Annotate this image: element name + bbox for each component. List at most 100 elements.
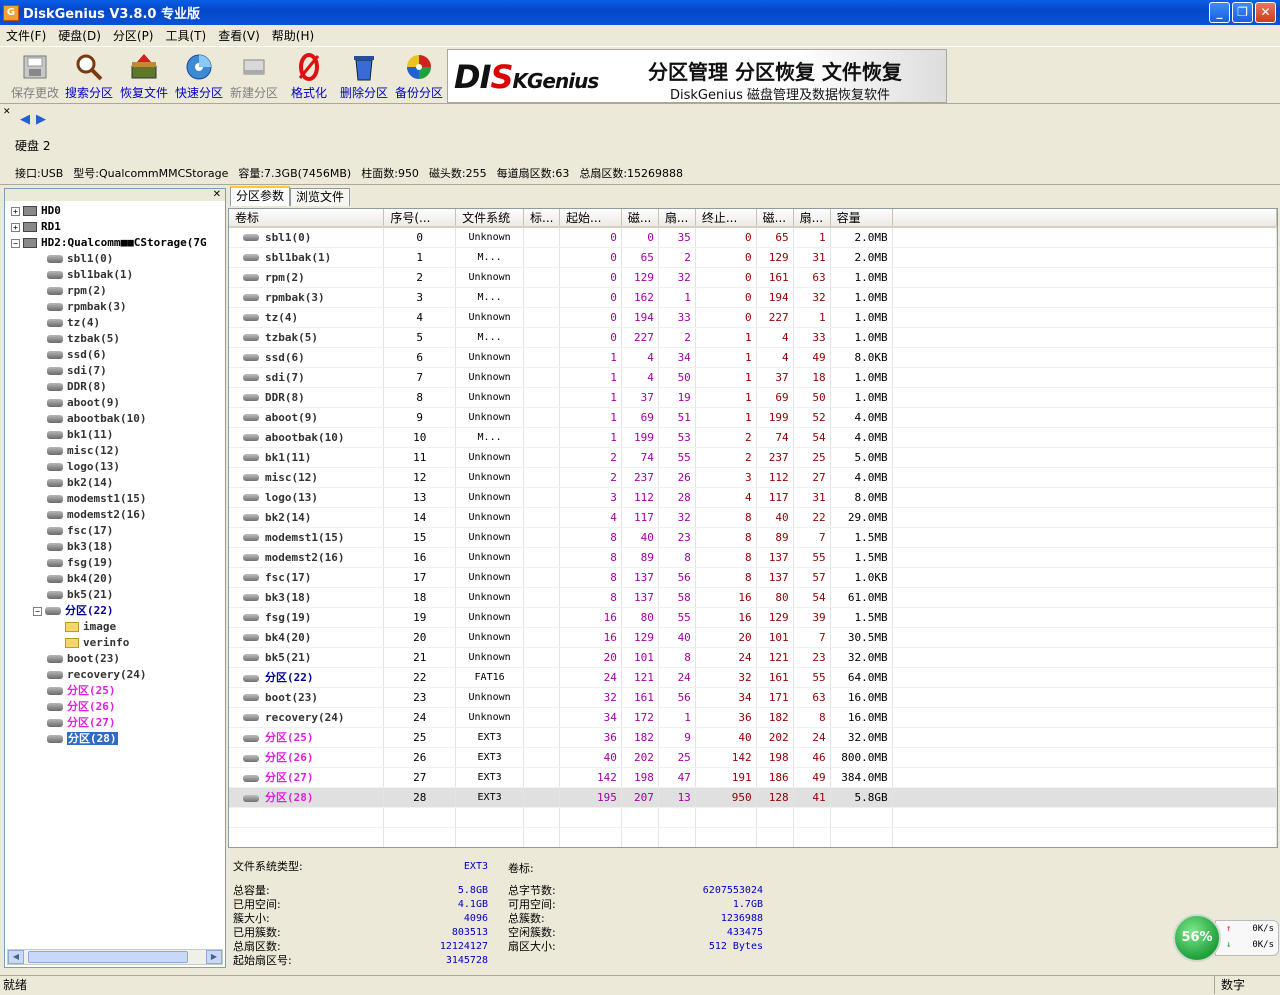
tree-item[interactable]: DDR(8) [5, 379, 225, 395]
table-row[interactable]: 分区(25) 25 EXT3 36 182 9 40 202 24 32.0MB [229, 727, 1277, 748]
scroll-right-icon[interactable]: ▶ [206, 950, 222, 964]
tree-item[interactable]: 分区(25) [5, 683, 225, 699]
tree-item[interactable]: + HD0 [5, 203, 225, 219]
tree-horizontal-scrollbar[interactable]: ◀ ▶ [7, 949, 223, 965]
menu-disk[interactable]: 硬盘(D) [52, 27, 107, 44]
tree-item[interactable]: tzbak(5) [5, 331, 225, 347]
table-row[interactable]: sdi(7) 7 Unknown 1 4 50 1 37 18 1.0MB [229, 367, 1277, 388]
tree-item[interactable]: aboot(9) [5, 395, 225, 411]
tree-item[interactable]: tz(4) [5, 315, 225, 331]
maximize-button[interactable]: ❐ [1232, 2, 1253, 23]
column-header[interactable]: 磁... [756, 209, 794, 228]
column-header[interactable]: 扇... [658, 209, 696, 228]
tree-item[interactable]: ssd(6) [5, 347, 225, 363]
new-partition-button[interactable]: 新建分区 [227, 49, 281, 103]
table-row[interactable]: tz(4) 4 Unknown 0 194 33 0 227 1 1.0MB [229, 307, 1277, 328]
tree-item[interactable]: recovery(24) [5, 667, 225, 683]
table-row[interactable]: recovery(24) 24 Unknown 34 172 1 36 182 8 16.0MB [229, 707, 1277, 728]
tree-item[interactable]: bk5(21) [5, 587, 225, 603]
table-row[interactable]: 分区(26) 26 EXT3 40 202 25 142 198 46 800.0MB [229, 747, 1277, 768]
scroll-left-icon[interactable]: ◀ [8, 950, 24, 964]
expand-icon[interactable]: + [11, 206, 20, 216]
table-row[interactable]: bk4(20) 20 Unknown 16 129 40 20 101 7 30.5MB [229, 627, 1277, 648]
tree-item[interactable]: bk4(20) [5, 571, 225, 587]
tree-item[interactable]: logo(13) [5, 459, 225, 475]
table-row[interactable]: fsc(17) 17 Unknown 8 137 56 8 137 57 1.0KB [229, 567, 1277, 588]
table-row[interactable]: bk3(18) 18 Unknown 8 137 58 16 80 54 61.0MB [229, 587, 1277, 608]
scroll-thumb[interactable] [28, 951, 188, 963]
table-row[interactable]: 分区(28) 28 EXT3 195 207 13 950 128 41 5.8GB [229, 787, 1277, 808]
table-row[interactable]: tzbak(5) 5 M... 0 227 2 1 4 33 1.0MB [229, 327, 1277, 348]
table-row[interactable]: 分区(22) 22 FAT16 24 121 24 32 161 55 64.0MB [229, 667, 1277, 688]
tree-item[interactable]: fsc(17) [5, 523, 225, 539]
tree-item[interactable]: rpmbak(3) [5, 299, 225, 315]
tree-item[interactable]: bk2(14) [5, 475, 225, 491]
menu-help[interactable]: 帮助(H) [266, 27, 320, 44]
column-header[interactable]: 卷标 [229, 209, 385, 228]
tree-item[interactable]: boot(23) [5, 651, 225, 667]
delete-partition-button[interactable]: 删除分区 [337, 49, 391, 103]
save-changes-button[interactable]: 保存更改 [8, 49, 62, 103]
table-row[interactable]: rpmbak(3) 3 M... 0 162 1 0 194 32 1.0MB [229, 287, 1277, 308]
table-row[interactable]: rpm(2) 2 Unknown 0 129 32 0 161 63 1.0MB [229, 267, 1277, 288]
network-monitor-widget[interactable]: ↑ 0K/s ↓ 0K/s 56% [1173, 914, 1279, 962]
close-tree-icon[interactable]: ✕ [213, 189, 221, 200]
tree-item[interactable]: image [5, 619, 225, 635]
table-row[interactable]: 分区(27) 27 EXT3 142 198 47 191 186 49 384.0MB [229, 767, 1277, 788]
tree-item[interactable]: − 分区(22) [5, 603, 225, 619]
tab-partition-params[interactable]: 分区参数 [230, 186, 291, 206]
quick-partition-button[interactable]: 快速分区 [172, 49, 226, 103]
close-diskbar-icon[interactable]: ✕ [3, 107, 11, 117]
column-header[interactable]: 容量 [830, 209, 893, 228]
tree-item[interactable]: 分区(28) [5, 731, 225, 747]
search-partition-button[interactable]: 搜索分区 [62, 49, 116, 103]
tree-item[interactable]: bk3(18) [5, 539, 225, 555]
tree-item[interactable]: sbl1bak(1) [5, 267, 225, 283]
table-row[interactable]: logo(13) 13 Unknown 3 112 28 4 117 31 8.0MB [229, 487, 1277, 508]
back-arrow-icon[interactable]: ◀ [20, 112, 30, 127]
table-row[interactable]: aboot(9) 9 Unknown 1 69 51 1 199 52 4.0MB [229, 407, 1277, 428]
tree-item[interactable]: abootbak(10) [5, 411, 225, 427]
tree-item[interactable]: modemst2(16) [5, 507, 225, 523]
forward-arrow-icon[interactable]: ▶ [36, 112, 46, 127]
menu-view[interactable]: 查看(V) [212, 27, 266, 44]
collapse-icon[interactable]: − [33, 606, 42, 616]
tree-item[interactable]: + RD1 [5, 219, 225, 235]
collapse-icon[interactable]: − [11, 238, 20, 248]
table-row[interactable]: misc(12) 12 Unknown 2 237 26 3 112 27 4.0MB [229, 467, 1277, 488]
menu-tools[interactable]: 工具(T) [160, 27, 213, 44]
column-header[interactable]: 扇... [793, 209, 831, 228]
column-header[interactable]: 终止... [695, 209, 757, 228]
column-header[interactable]: 文件系统 [455, 209, 525, 228]
tree-item[interactable]: sbl1(0) [5, 251, 225, 267]
tree-item[interactable]: 分区(27) [5, 715, 225, 731]
column-header[interactable]: 序号(... [383, 209, 457, 228]
column-header[interactable]: 标... [523, 209, 561, 228]
column-header[interactable]: 磁... [621, 209, 659, 228]
tree-item[interactable]: bk1(11) [5, 427, 225, 443]
tree-item[interactable]: misc(12) [5, 443, 225, 459]
recover-files-button[interactable]: 恢复文件 [117, 49, 171, 103]
close-button[interactable]: ✕ [1255, 2, 1276, 23]
backup-partition-button[interactable]: 备份分区 [392, 49, 446, 103]
tree-item[interactable]: 分区(26) [5, 699, 225, 715]
tree-item[interactable]: − HD2:Qualcomm■■CStorage(7G [5, 235, 225, 251]
menu-partition[interactable]: 分区(P) [107, 27, 160, 44]
table-row[interactable]: bk5(21) 21 Unknown 20 101 8 24 121 23 32.0MB [229, 647, 1277, 668]
tree-item[interactable]: modemst1(15) [5, 491, 225, 507]
table-row[interactable]: sbl1(0) 0 Unknown 0 0 35 0 65 1 2.0MB [229, 227, 1277, 248]
table-row[interactable]: abootbak(10) 10 M... 1 199 53 2 74 54 4.0MB [229, 427, 1277, 448]
expand-icon[interactable]: + [11, 222, 20, 232]
table-row[interactable]: bk1(11) 11 Unknown 2 74 55 2 237 25 5.0MB [229, 447, 1277, 468]
table-row[interactable]: bk2(14) 14 Unknown 4 117 32 8 40 22 29.0MB [229, 507, 1277, 528]
table-row[interactable]: fsg(19) 19 Unknown 16 80 55 16 129 39 1.5MB [229, 607, 1277, 628]
table-row[interactable]: sbl1bak(1) 1 M... 0 65 2 0 129 31 2.0MB [229, 247, 1277, 268]
table-row[interactable]: boot(23) 23 Unknown 32 161 56 34 171 63 16.0MB [229, 687, 1277, 708]
table-row[interactable]: ssd(6) 6 Unknown 1 4 34 1 4 49 8.0KB [229, 347, 1277, 368]
table-row[interactable]: DDR(8) 8 Unknown 1 37 19 1 69 50 1.0MB [229, 387, 1277, 408]
tab-browse-files[interactable]: 浏览文件 [290, 188, 351, 206]
format-button[interactable]: 格式化 [282, 49, 336, 103]
menu-file[interactable]: 文件(F) [0, 27, 52, 44]
tree-item[interactable]: verinfo [5, 635, 225, 651]
table-row[interactable]: modemst2(16) 16 Unknown 8 89 8 8 137 55 1.5MB [229, 547, 1277, 568]
